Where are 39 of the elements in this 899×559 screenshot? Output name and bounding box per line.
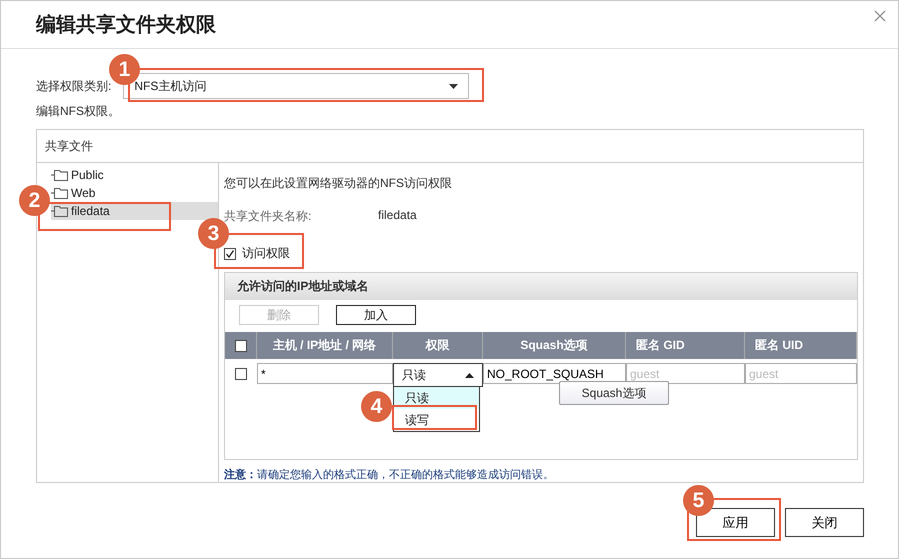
column-header: 权限 (426, 337, 450, 354)
panel-title: 共享文件 (45, 138, 93, 154)
dialog-title: 编辑共享文件夹权限 (36, 12, 216, 38)
close-button[interactable]: 关闭 (785, 508, 864, 537)
dropdown-option[interactable]: 只读 (394, 387, 479, 409)
dropdown-arrow-icon (465, 372, 474, 378)
intro-text: 您可以在此设置网络驱动器的NFS访问权限 (224, 175, 453, 192)
column-header: Squash选项 (520, 337, 588, 354)
row-checkbox[interactable] (235, 368, 247, 380)
column-header: 匿名 GID (636, 337, 685, 354)
host-field[interactable]: * (257, 363, 393, 384)
close-icon[interactable] (874, 10, 886, 22)
step-badge: 2 (19, 185, 50, 216)
select-all-checkbox[interactable] (234, 340, 246, 352)
subtitle-text: 编辑NFS权限。 (36, 103, 121, 120)
folder-icon (51, 169, 68, 181)
hosts-title: 允许访问的IP地址或域名 (237, 278, 368, 295)
column-header: 匿名 UID (755, 337, 803, 354)
folder-name-value: filedata (378, 208, 417, 224)
folder-icon (51, 187, 68, 199)
access-checkbox[interactable] (224, 248, 236, 260)
gid-field[interactable]: guest (626, 363, 745, 384)
step-badge: 5 (683, 485, 714, 516)
step-badge: 4 (361, 391, 392, 422)
squash-tooltip: Squash选项 (559, 381, 669, 405)
tree-item[interactable]: filedata (51, 202, 218, 220)
apply-button[interactable]: 应用 (696, 508, 775, 537)
category-label: 选择权限类别: (36, 78, 112, 94)
tree-item[interactable]: Public (51, 166, 108, 184)
column-header: 主机 / IP地址 / 网络 (272, 337, 376, 354)
tree-item[interactable]: Web (51, 184, 100, 202)
dropdown-arrow-icon (449, 84, 458, 88)
access-label: 访问权限 (242, 245, 290, 262)
permission-select[interactable]: 只读 (393, 363, 483, 387)
folder-icon (51, 205, 68, 217)
squash-field[interactable]: NO_ROOT_SQUASH (483, 363, 626, 384)
add-button[interactable]: 加入 (336, 305, 416, 325)
note-text: 注意：请确定您输入的格式正确，不正确的格式能够造成访问错误。 (224, 468, 555, 482)
uid-field[interactable]: guest (745, 363, 857, 384)
